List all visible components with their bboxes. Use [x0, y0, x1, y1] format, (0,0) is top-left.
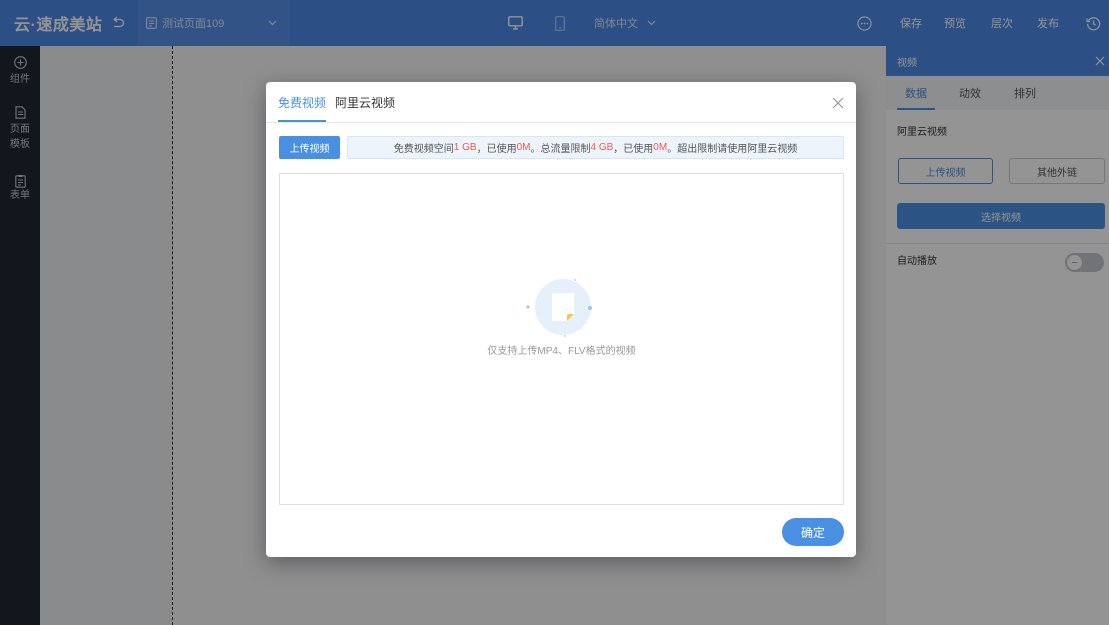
illustration-dot — [526, 305, 530, 309]
quota-traffic-total: 4 GB — [590, 142, 614, 153]
quota-text: ，已使用 — [476, 144, 517, 155]
quota-text: ，已使用 — [613, 144, 654, 155]
close-icon[interactable] — [832, 97, 844, 109]
illustration-dot — [588, 306, 592, 310]
quota-text: 。超出限制请使用阿里云视频 — [667, 144, 798, 155]
video-picker-modal: 免费视频 阿里云视频 上传视频 免费视频空间 1 GB ，已使用 0M 。总流量… — [266, 82, 856, 557]
quota-info-bar: 免费视频空间 1 GB ，已使用 0M 。总流量限制 4 GB ，已使用 0M … — [347, 136, 844, 159]
empty-hint: 仅支持上传MP4、FLV格式的视频 — [487, 346, 636, 357]
quota-storage-used: 0M — [516, 142, 531, 153]
empty-video-illustration — [526, 279, 592, 337]
illustration-dot — [564, 335, 566, 337]
quota-text: 免费视频空间 — [393, 144, 454, 155]
modal-header: 免费视频 阿里云视频 — [266, 82, 856, 123]
quota-text: 。总流量限制 — [530, 144, 591, 155]
tab-free-video[interactable]: 免费视频 — [278, 82, 327, 122]
illustration-dot — [574, 279, 576, 281]
tab-aliyun-video[interactable]: 阿里云视频 — [335, 82, 395, 122]
upload-video-button[interactable]: 上传视频 — [279, 136, 340, 159]
video-list-empty-state: 仅支持上传MP4、FLV格式的视频 — [279, 173, 844, 505]
quota-traffic-used: 0M — [653, 142, 668, 153]
confirm-button[interactable]: 确定 — [782, 518, 844, 546]
quota-storage-total: 1 GB — [453, 142, 477, 153]
